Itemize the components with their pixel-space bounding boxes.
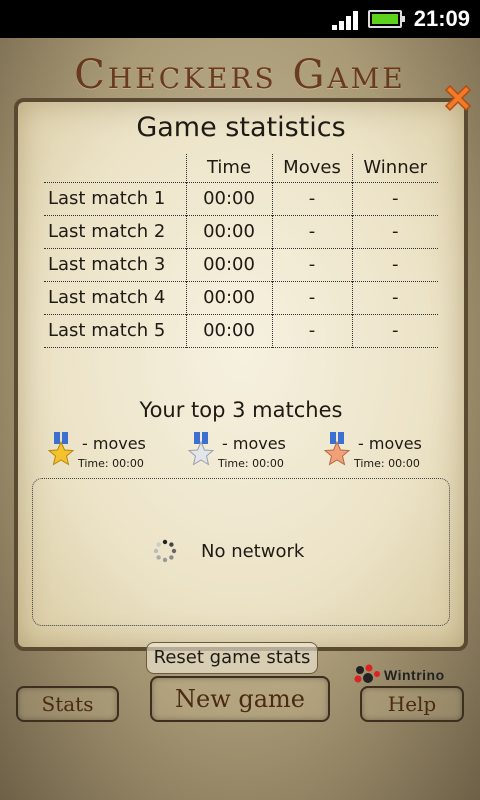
status-bar: 21:09 bbox=[0, 0, 480, 38]
row-moves: - bbox=[272, 281, 353, 314]
row-moves: - bbox=[272, 182, 353, 215]
top-match-moves: - moves bbox=[82, 434, 146, 453]
bronze-star-medal-icon bbox=[323, 432, 351, 466]
row-time: 00:00 bbox=[186, 215, 273, 248]
top-match-time: Time: 00:00 bbox=[218, 457, 284, 470]
table-row: Last match 2 00:00 - - bbox=[44, 215, 438, 248]
row-winner: - bbox=[392, 254, 399, 275]
help-button[interactable]: Help bbox=[360, 686, 464, 722]
row-label: Last match 1 bbox=[44, 182, 187, 215]
brand-logo-icon bbox=[354, 664, 380, 683]
top-match-time: Time: 00:00 bbox=[78, 457, 144, 470]
new-game-button[interactable]: New game bbox=[150, 676, 330, 722]
table-header-row: Time Moves Winner bbox=[44, 154, 438, 182]
brand-logo: Wintrino bbox=[352, 662, 462, 688]
table-row: Last match 5 00:00 - - bbox=[44, 314, 438, 347]
gold-star-medal-icon bbox=[47, 432, 75, 466]
battery-icon bbox=[368, 10, 405, 28]
column-header-moves: Moves bbox=[272, 154, 353, 182]
row-winner: - bbox=[392, 188, 399, 209]
app-screen: Checkers Game Game statistics Time Moves… bbox=[0, 38, 480, 800]
ad-banner[interactable]: No network bbox=[32, 478, 450, 626]
silver-star-medal-icon bbox=[187, 432, 215, 466]
column-header-time: Time bbox=[186, 154, 273, 182]
row-winner: - bbox=[392, 221, 399, 242]
ad-status-text: No network bbox=[201, 541, 305, 562]
brand-name: Wintrino bbox=[384, 667, 445, 683]
reset-stats-button[interactable]: Reset game stats bbox=[146, 642, 318, 674]
row-winner: - bbox=[392, 320, 399, 341]
row-moves: - bbox=[272, 248, 353, 281]
top-match-2: - moves Time: 00:00 bbox=[186, 432, 316, 476]
close-icon[interactable] bbox=[440, 80, 476, 116]
top-match-moves: - moves bbox=[358, 434, 422, 453]
top-match-1: - moves Time: 00:00 bbox=[46, 432, 176, 476]
status-clock: 21:09 bbox=[413, 6, 470, 31]
table-row: Last match 4 00:00 - - bbox=[44, 281, 438, 314]
row-moves: - bbox=[272, 314, 353, 347]
row-time: 00:00 bbox=[186, 182, 273, 215]
top-match-3: - moves Time: 00:00 bbox=[322, 432, 452, 476]
table-corner bbox=[44, 154, 187, 182]
top-match-time: Time: 00:00 bbox=[354, 457, 420, 470]
stats-dialog: Game statistics Time Moves Winner Last m… bbox=[14, 98, 468, 683]
top3-title: Your top 3 matches bbox=[139, 398, 343, 422]
table-row: Last match 1 00:00 - - bbox=[44, 182, 438, 215]
row-moves: - bbox=[272, 215, 353, 248]
row-time: 00:00 bbox=[186, 248, 273, 281]
column-header-winner: Winner bbox=[363, 157, 428, 179]
app-title: Checkers Game bbox=[74, 52, 406, 98]
row-winner: - bbox=[392, 287, 399, 308]
row-label: Last match 4 bbox=[44, 281, 187, 314]
loading-spinner-icon bbox=[153, 539, 177, 563]
stats-table: Time Moves Winner Last match 1 00:00 - -… bbox=[44, 154, 438, 348]
row-label: Last match 2 bbox=[44, 215, 187, 248]
signal-icon bbox=[332, 10, 360, 30]
table-row: Last match 3 00:00 - - bbox=[44, 248, 438, 281]
row-time: 00:00 bbox=[186, 314, 273, 347]
row-time: 00:00 bbox=[186, 281, 273, 314]
row-label: Last match 3 bbox=[44, 248, 187, 281]
row-label: Last match 5 bbox=[44, 314, 187, 347]
stats-button[interactable]: Stats bbox=[16, 686, 119, 722]
dialog-title: Game statistics bbox=[136, 112, 346, 143]
top-match-moves: - moves bbox=[222, 434, 286, 453]
